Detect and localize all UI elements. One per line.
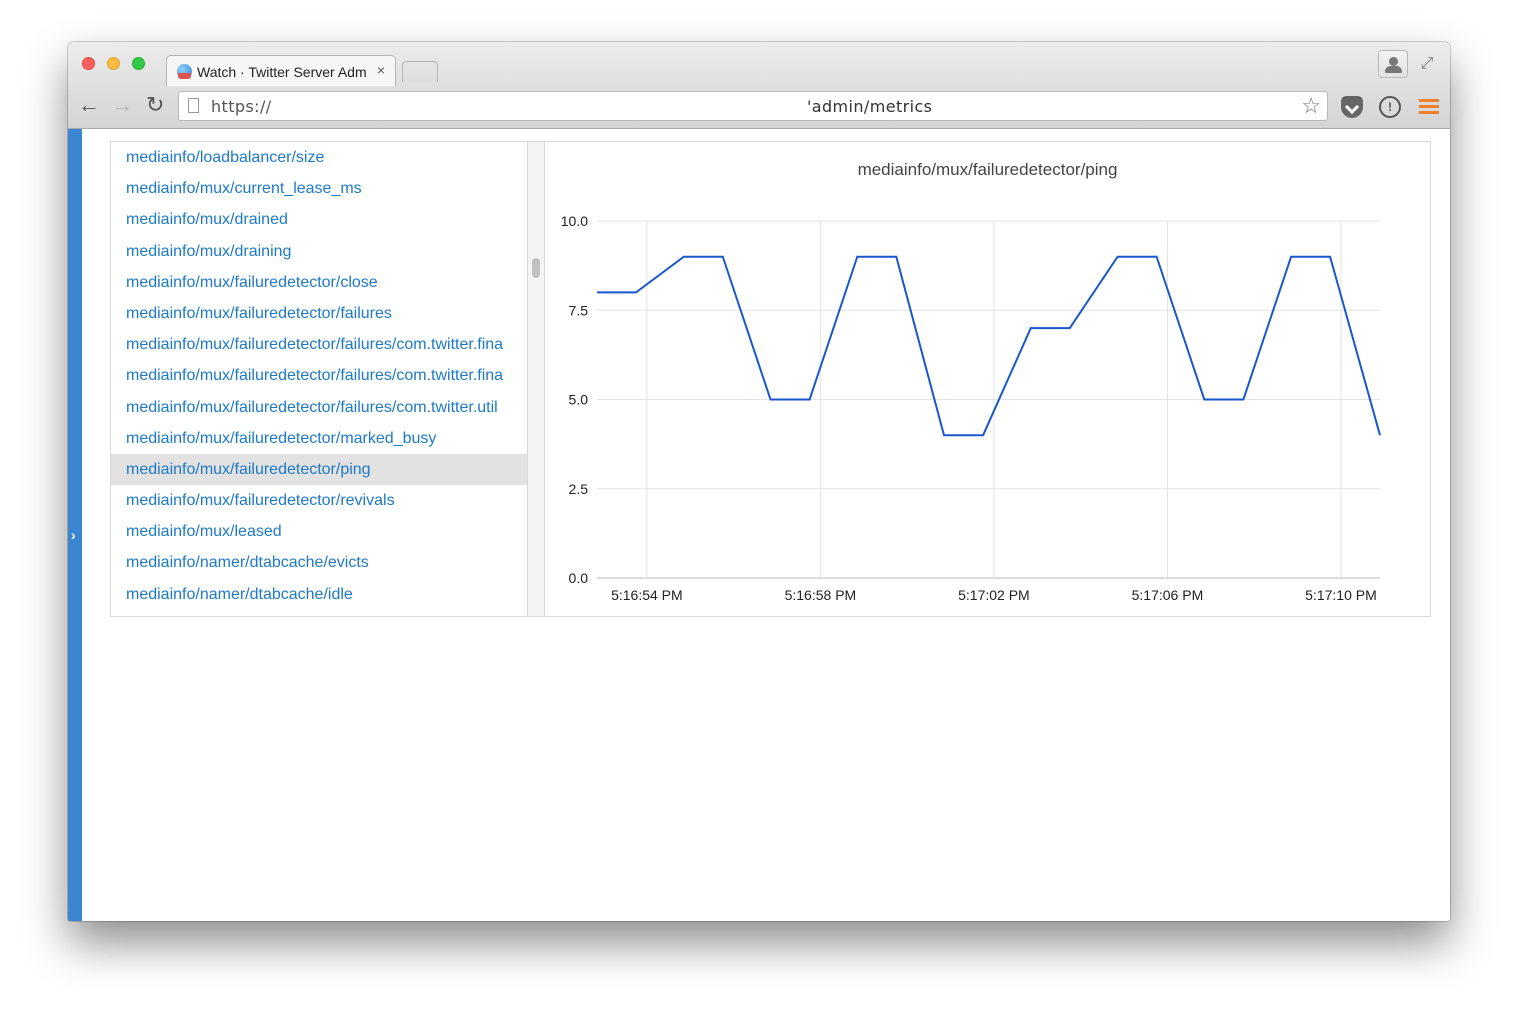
reload-button[interactable]: ↻ xyxy=(146,94,164,116)
metric-link[interactable]: mediainfo/loadbalancer/size xyxy=(111,142,527,173)
tab-close-icon[interactable]: × xyxy=(377,62,385,78)
metric-link[interactable]: mediainfo/mux/failuredetector/failures/c… xyxy=(111,360,527,391)
page-icon xyxy=(188,98,199,113)
x-tick-label: 5:16:54 PM xyxy=(611,587,683,603)
password-manager-icon[interactable]: ! xyxy=(1379,96,1401,118)
metric-link[interactable]: mediainfo/mux/failuredetector/close xyxy=(111,267,527,298)
pocket-extension-icon[interactable] xyxy=(1341,96,1363,118)
scrollbar-thumb[interactable] xyxy=(532,258,540,278)
metric-link[interactable]: mediainfo/mux/failuredetector/ping xyxy=(111,453,527,486)
browser-tab[interactable]: Watch · Twitter Server Adm × xyxy=(166,55,396,86)
metric-link[interactable]: mediainfo/mux/failuredetector/marked_bus… xyxy=(111,423,527,454)
x-tick-label: 5:17:10 PM xyxy=(1305,587,1377,603)
x-tick-label: 5:17:06 PM xyxy=(1132,587,1204,603)
back-button[interactable]: ← xyxy=(78,94,100,116)
metric-link[interactable]: mediainfo/mux/drained xyxy=(111,204,527,235)
fullscreen-icon[interactable]: ⤢ xyxy=(1412,50,1442,78)
metric-link[interactable]: mediainfo/mux/failuredetector/failures/c… xyxy=(111,329,527,360)
chart-area: mediainfo/mux/failuredetector/ping 0.0 2.… xyxy=(545,142,1430,616)
metric-link[interactable]: mediainfo/mux/leased xyxy=(111,516,527,547)
y-tick-label: 0.0 xyxy=(569,570,589,586)
chevron-right-icon: › xyxy=(71,527,76,543)
browser-window: Watch · Twitter Server Adm × ⤢ ← → ↻ htt… xyxy=(68,42,1450,921)
y-tick-label: 2.5 xyxy=(569,481,589,497)
favicon-icon xyxy=(177,64,192,79)
sidebar-toggle[interactable]: › xyxy=(68,129,82,921)
metric-link[interactable]: mediainfo/mux/failuredetector/failures/c… xyxy=(111,392,527,423)
minimize-window-button[interactable] xyxy=(107,57,120,70)
hamburger-menu-icon[interactable] xyxy=(1418,96,1440,118)
metrics-panel: mediainfo/loadbalancer/size mediainfo/mux… xyxy=(110,141,1431,617)
new-tab-button[interactable] xyxy=(402,61,438,82)
y-tick-label: 5.0 xyxy=(569,392,589,408)
zoom-window-button[interactable] xyxy=(132,57,145,70)
browser-toolbar: ← → ↻ https:// 'admin/metrics ☆ ! xyxy=(68,86,1450,128)
bookmark-star-icon[interactable]: ☆ xyxy=(1301,93,1321,119)
profile-button[interactable] xyxy=(1378,50,1408,78)
person-icon xyxy=(1389,57,1398,66)
y-tick-label: 10.0 xyxy=(561,213,588,229)
metric-list-scrollbar[interactable] xyxy=(527,142,545,616)
browser-chrome: Watch · Twitter Server Adm × ⤢ ← → ↻ htt… xyxy=(68,42,1450,129)
x-tick-label: 5:17:02 PM xyxy=(958,587,1030,603)
y-tick-label: 7.5 xyxy=(569,302,589,318)
url-path: 'admin/metrics xyxy=(807,97,933,116)
page-content: › mediainfo/loadbalancer/size mediainfo/m… xyxy=(68,129,1450,921)
metric-link[interactable]: mediainfo/namer/dtabcache/evicts xyxy=(111,547,527,578)
metric-link[interactable]: mediainfo/mux/current_lease_ms xyxy=(111,173,527,204)
metric-link[interactable]: mediainfo/namer/dtabcache/idle xyxy=(111,579,527,610)
close-window-button[interactable] xyxy=(82,57,95,70)
forward-button[interactable]: → xyxy=(111,94,133,116)
metric-link[interactable]: mediainfo/mux/failuredetector/revivals xyxy=(111,485,527,516)
metric-link[interactable]: mediainfo/mux/draining xyxy=(111,236,527,267)
x-tick-label: 5:16:58 PM xyxy=(785,587,857,603)
series-line xyxy=(597,255,1381,437)
url-scheme: https:// xyxy=(211,97,272,116)
metric-link[interactable]: mediainfo/mux/failuredetector/failures xyxy=(111,298,527,329)
address-bar[interactable]: https:// 'admin/metrics ☆ xyxy=(178,91,1328,121)
person-icon-body xyxy=(1385,66,1402,73)
tab-title: Watch · Twitter Server Adm xyxy=(197,64,367,80)
line-chart: 0.0 2.5 5.0 7.5 10.0 5:16:54 PM 5:16:58 PM 5:17… xyxy=(561,213,1381,603)
metric-list: mediainfo/loadbalancer/size mediainfo/mux… xyxy=(111,142,527,616)
